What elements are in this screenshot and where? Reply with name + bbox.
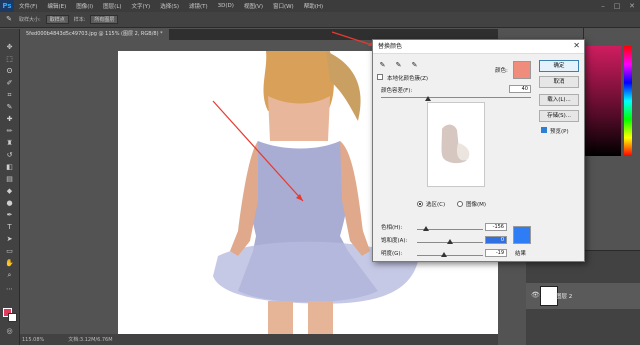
path-select-icon[interactable]: ➤ xyxy=(5,235,14,244)
menu-3d[interactable]: 3D(D) xyxy=(213,3,239,9)
menu-select[interactable]: 选择(S) xyxy=(155,2,184,10)
saturation-input[interactable]: 0 xyxy=(485,236,507,244)
document-tab[interactable]: 5fed000b4843d5c49703.jpg @ 115% (图层 2, R… xyxy=(20,29,169,40)
eyedropper-icon[interactable]: ✎ xyxy=(5,103,14,112)
blur-tool-icon[interactable]: ◆ xyxy=(5,187,14,196)
dodge-tool-icon[interactable]: ● xyxy=(5,199,14,208)
load-button[interactable]: 载入(L)... xyxy=(539,94,579,106)
options-bar: ✎ 取样大小: 取样点 样本: 所有图层 xyxy=(0,12,640,28)
fuzziness-slider-thumb[interactable] xyxy=(425,96,431,101)
fuzziness-slider-track xyxy=(381,97,531,98)
fuzziness-input[interactable]: 40 xyxy=(509,85,531,93)
eraser-tool-icon[interactable]: ◧ xyxy=(5,163,14,172)
background-color-swatch[interactable] xyxy=(8,313,17,322)
sample-label: 样本: xyxy=(73,17,86,23)
eyedropper-tool-icon[interactable]: ✎ xyxy=(4,15,14,24)
image-radio-label: 图像(M) xyxy=(466,202,487,208)
hand-tool-icon[interactable]: ✋ xyxy=(5,259,14,268)
visibility-eye-icon[interactable]: 👁 xyxy=(531,291,540,299)
sample-color-swatch[interactable] xyxy=(513,61,531,79)
cancel-button[interactable]: 取消 xyxy=(539,76,579,88)
sample-size-label: 取样大小: xyxy=(19,17,41,23)
menu-filter[interactable]: 滤镜(T) xyxy=(184,2,213,10)
save-button[interactable]: 存储(S)... xyxy=(539,110,579,122)
saturation-slider-thumb[interactable] xyxy=(447,239,453,244)
result-color-swatch[interactable] xyxy=(513,226,531,244)
shape-tool-icon[interactable]: ▭ xyxy=(5,247,14,256)
dialog-close-icon[interactable]: ✕ xyxy=(573,41,580,50)
pen-tool-icon[interactable]: ✒ xyxy=(5,211,14,220)
brush-tool-icon[interactable]: ✏ xyxy=(5,127,14,136)
clone-stamp-icon[interactable]: ♜ xyxy=(5,139,14,148)
sample-select[interactable]: 所有图层 xyxy=(90,15,119,24)
layer-row[interactable]: 👁 图层 2 xyxy=(526,283,640,309)
selection-preview-image xyxy=(441,124,470,164)
selection-preview xyxy=(427,102,485,187)
lasso-tool-icon[interactable]: ʘ xyxy=(5,67,14,76)
tools-panel: ✥ ⬚ ʘ ✐ ⌗ ✎ ✚ ✏ ♜ ↺ ◧ ▤ ◆ ● ✒ T ➤ ▭ ✋ ⌕ … xyxy=(0,29,20,345)
more-tools-icon[interactable]: ⋯ xyxy=(5,285,14,294)
lightness-label: 明度(G): xyxy=(381,251,403,257)
menu-view[interactable]: 视图(V) xyxy=(239,2,268,10)
localized-clusters-checkbox[interactable] xyxy=(377,74,383,80)
close-icon[interactable]: ✕ xyxy=(625,0,639,12)
menu-file[interactable]: 文件(F) xyxy=(14,2,42,10)
selection-radio[interactable] xyxy=(417,201,423,207)
eyedropper-icon[interactable]: ✎ xyxy=(377,60,388,71)
type-tool-icon[interactable]: T xyxy=(5,223,14,232)
menu-window[interactable]: 窗口(W) xyxy=(268,2,299,10)
crop-tool-icon[interactable]: ⌗ xyxy=(5,91,14,100)
menu-layer[interactable]: 图层(L) xyxy=(98,2,126,10)
menu-type[interactable]: 文字(Y) xyxy=(127,2,156,10)
menu-help[interactable]: 帮助(H) xyxy=(299,2,328,10)
hue-slider[interactable] xyxy=(624,46,632,156)
subtract-from-sample-eyedropper-icon[interactable]: ✎ xyxy=(409,60,420,71)
color-label: 颜色: xyxy=(495,68,508,74)
replace-color-dialog: 替换颜色 ✕ ✎ ✎ ✎ 本地化颜色簇(Z) 颜色: 颜色容差(F): 40 选… xyxy=(372,39,585,262)
color-picker-field[interactable] xyxy=(583,46,621,156)
marquee-tool-icon[interactable]: ⬚ xyxy=(5,55,14,64)
history-brush-icon[interactable]: ↺ xyxy=(5,151,14,160)
hue-slider-thumb[interactable] xyxy=(423,226,429,231)
lightness-input[interactable]: -19 xyxy=(485,249,507,257)
sample-size-select[interactable]: 取样点 xyxy=(45,15,69,24)
image-radio[interactable] xyxy=(457,201,463,207)
menu-image[interactable]: 图像(I) xyxy=(71,2,98,10)
zoom-tool-icon[interactable]: ⌕ xyxy=(5,271,14,280)
preview-checkbox[interactable] xyxy=(541,127,547,133)
preview-label: 预览(P) xyxy=(550,129,569,135)
zoom-level[interactable]: 115.08% xyxy=(22,337,44,343)
selection-radio-label: 选区(C) xyxy=(426,202,446,208)
menu-edit[interactable]: 编辑(E) xyxy=(42,2,71,10)
add-to-sample-eyedropper-icon[interactable]: ✎ xyxy=(393,60,404,71)
result-label: 结果 xyxy=(515,251,527,257)
status-bar: 115.08% 文档:3.12M/6.76M xyxy=(20,334,498,345)
move-tool-icon[interactable]: ✥ xyxy=(5,43,14,52)
menu-bar: Ps 文件(F) 编辑(E) 图像(I) 图层(L) 文字(Y) 选择(S) 滤… xyxy=(0,0,640,12)
localized-clusters-label: 本地化颜色簇(Z) xyxy=(387,76,429,82)
quick-mask-icon[interactable]: ◎ xyxy=(5,327,14,336)
quick-select-tool-icon[interactable]: ✐ xyxy=(5,79,14,88)
hue-input[interactable]: -156 xyxy=(485,223,507,231)
saturation-label: 饱和度(A): xyxy=(381,238,408,244)
gradient-tool-icon[interactable]: ▤ xyxy=(5,175,14,184)
lightness-slider-thumb[interactable] xyxy=(441,252,447,257)
fuzziness-label: 颜色容差(F): xyxy=(381,88,413,94)
layers-panel: 👁 图层 2 xyxy=(526,250,640,345)
document-info: 文档:3.12M/6.76M xyxy=(68,337,113,343)
hue-label: 色相(H): xyxy=(381,225,403,231)
ok-button[interactable]: 确定 xyxy=(539,60,579,72)
minimize-icon[interactable]: – xyxy=(596,0,610,12)
maximize-icon[interactable]: □ xyxy=(610,0,624,12)
photoshop-logo: Ps xyxy=(0,0,14,12)
lightness-slider-track xyxy=(417,255,483,256)
layer-name[interactable]: 图层 2 xyxy=(556,292,572,300)
dialog-title: 替换颜色 xyxy=(373,40,584,54)
healing-brush-icon[interactable]: ✚ xyxy=(5,115,14,124)
